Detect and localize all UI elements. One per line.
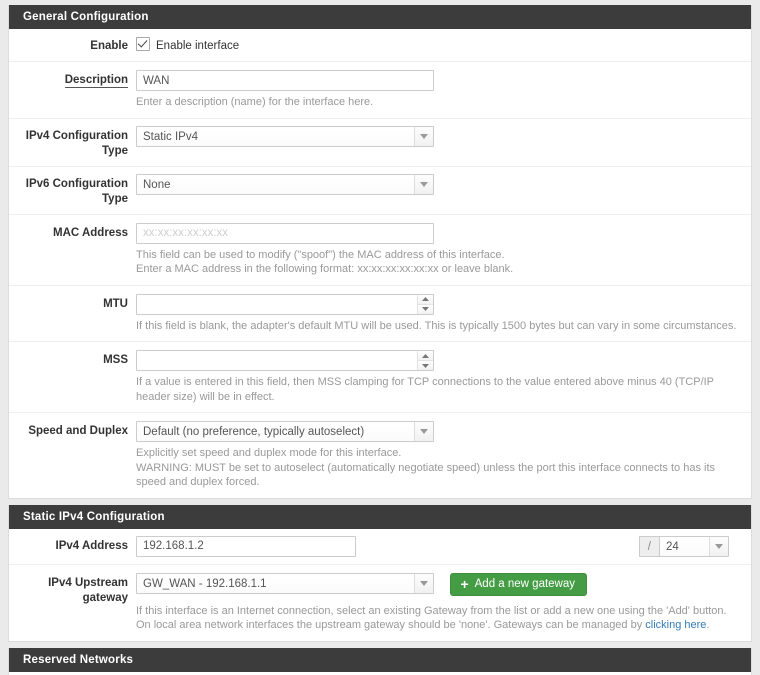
- subnet-mask-select[interactable]: 24: [659, 535, 729, 557]
- control-enable: Enable interface: [136, 36, 751, 54]
- form-row-ipv6-config-type: IPv6 Configuration Type None: [9, 167, 751, 215]
- speed-duplex-value: Default (no preference, typically autose…: [143, 426, 365, 438]
- control-ipv4-upstream-gateway: GW_WAN - 192.168.1.1 + Add a new gateway…: [136, 572, 751, 633]
- speed-duplex-select[interactable]: Default (no preference, typically autose…: [136, 421, 434, 442]
- label-mtu: MTU: [103, 297, 128, 310]
- plus-icon: +: [460, 576, 469, 592]
- panel-general-configuration: General Configuration Enable Enable inte…: [8, 5, 752, 499]
- panel-title-reserved-networks: Reserved Networks: [9, 647, 751, 672]
- subnet-slash-prefix: /: [638, 535, 659, 557]
- form-row-speed-duplex: Speed and Duplex Default (no preference,…: [9, 413, 751, 498]
- help-mac-address-1: This field can be used to modify ("spoof…: [136, 248, 505, 261]
- label-mac-address: MAC Address: [53, 226, 128, 239]
- chevron-down-icon: [414, 573, 433, 593]
- control-ipv4-config-type: Static IPv4: [136, 125, 751, 147]
- control-ipv6-config-type: None: [136, 173, 751, 195]
- spinner-down-icon[interactable]: [418, 304, 433, 314]
- label-mss: MSS: [103, 354, 128, 366]
- label-enable: Enable: [90, 40, 128, 52]
- help-gateway-2: On local area network interfaces the ups…: [136, 618, 743, 633]
- description-input[interactable]: [136, 70, 434, 91]
- panel-body-general-configuration: Enable Enable interface Description Ente…: [9, 29, 751, 498]
- spinner-up-icon[interactable]: [418, 351, 433, 361]
- spinner-down-icon[interactable]: [418, 361, 433, 370]
- mac-address-input[interactable]: [136, 222, 434, 244]
- enable-interface-checkbox[interactable]: [136, 37, 150, 51]
- label-ipv6-config-type: IPv6 Configuration Type: [25, 177, 128, 205]
- ipv4-upstream-gateway-value: GW_WAN - 192.168.1.1: [143, 577, 267, 590]
- ipv4-address-field-wrap: [136, 535, 639, 557]
- form-row-enable: Enable Enable interface: [9, 29, 751, 62]
- chevron-down-icon: [414, 126, 433, 146]
- panel-static-ipv4-configuration: Static IPv4 Configuration IPv4 Address /: [8, 504, 752, 642]
- label-description: Description: [64, 74, 128, 88]
- add-new-gateway-button-label: Add a new gateway: [474, 578, 576, 590]
- form-row-ipv4-upstream-gateway: IPv4 Upstream gateway GW_WAN - 192.168.1…: [9, 565, 751, 641]
- ipv6-config-type-select[interactable]: None: [136, 173, 434, 195]
- control-mss: If a value is entered in this field, the…: [136, 350, 751, 404]
- chevron-down-icon: [414, 422, 433, 441]
- mtu-spinner[interactable]: [417, 294, 433, 314]
- form-row-ipv4-address: IPv4 Address / 24: [9, 529, 751, 565]
- mtu-input[interactable]: [136, 293, 434, 315]
- control-mtu: If this field is blank, the adapter's de…: [136, 293, 751, 334]
- control-mac-address: This field can be used to modify ("spoof…: [136, 222, 751, 277]
- mss-stepper[interactable]: [136, 350, 434, 371]
- help-gateway-2-post: .: [706, 619, 710, 631]
- form-row-ipv4-config-type: IPv4 Configuration Type Static IPv4: [9, 119, 751, 167]
- mtu-stepper[interactable]: [136, 293, 434, 315]
- enable-interface-checkbox-label[interactable]: Enable interface: [156, 40, 239, 52]
- panel-body-static-ipv4-configuration: IPv4 Address / 24: [9, 529, 751, 641]
- ipv4-config-type-select[interactable]: Static IPv4: [136, 125, 434, 147]
- help-speed-duplex-1: Explicitly set speed and duplex mode for…: [136, 447, 402, 459]
- help-mtu: If this field is blank, the adapter's de…: [136, 319, 737, 332]
- panel-body-reserved-networks: Block private networks and loopback addr…: [9, 672, 751, 675]
- form-row-mss: MSS If a value is entered in this field,…: [9, 342, 751, 413]
- spinner-up-icon[interactable]: [418, 294, 433, 305]
- ipv4-config-type-value: Static IPv4: [143, 130, 198, 143]
- help-mac-address-2: Enter a MAC address in the following for…: [136, 263, 514, 275]
- form-row-mtu: MTU If this field is blank, the adapter'…: [9, 286, 751, 342]
- label-speed-duplex: Speed and Duplex: [28, 425, 128, 437]
- help-gateway-1: If this interface is an Internet connect…: [136, 604, 727, 617]
- chevron-down-icon: [414, 174, 433, 194]
- form-row-block-private-networks: Block private networks and loopback addr…: [9, 672, 751, 675]
- control-speed-duplex: Default (no preference, typically autose…: [136, 421, 751, 490]
- add-new-gateway-button[interactable]: + Add a new gateway: [450, 572, 588, 596]
- label-ipv4-config-type: IPv4 Configuration Type: [25, 129, 128, 157]
- help-speed-duplex-2: WARNING: MUST be set to autoselect (auto…: [136, 461, 715, 489]
- ipv6-config-type-value: None: [143, 178, 171, 191]
- control-description: Enter a description (name) for the inter…: [136, 70, 751, 110]
- form-row-description: Description Enter a description (name) f…: [9, 62, 751, 119]
- mss-spinner[interactable]: [417, 351, 433, 370]
- ipv4-upstream-gateway-select[interactable]: GW_WAN - 192.168.1.1: [136, 572, 434, 594]
- form-row-mac-address: MAC Address This field can be used to mo…: [9, 215, 751, 286]
- control-ipv4-address: / 24: [136, 535, 751, 557]
- interface-configuration-page: General Configuration Enable Enable inte…: [0, 0, 760, 675]
- label-ipv4-upstream-gateway: IPv4 Upstream gateway: [48, 576, 128, 604]
- chevron-down-icon: [709, 536, 728, 556]
- ipv4-address-input[interactable]: [136, 535, 356, 557]
- gateways-manage-link[interactable]: clicking here: [645, 619, 706, 631]
- help-description: Enter a description (name) for the inter…: [136, 96, 374, 108]
- mss-input[interactable]: [136, 350, 434, 371]
- panel-title-static-ipv4-configuration: Static IPv4 Configuration: [9, 504, 751, 529]
- panel-title-general-configuration: General Configuration: [9, 5, 751, 29]
- panel-reserved-networks: Reserved Networks Block private networks…: [8, 647, 752, 675]
- ipv4-subnet-mask-group: / 24: [638, 535, 743, 557]
- label-ipv4-address: IPv4 Address: [55, 539, 128, 552]
- help-gateway-2-pre: On local area network interfaces the ups…: [136, 619, 646, 631]
- help-mss: If a value is entered in this field, the…: [136, 376, 714, 403]
